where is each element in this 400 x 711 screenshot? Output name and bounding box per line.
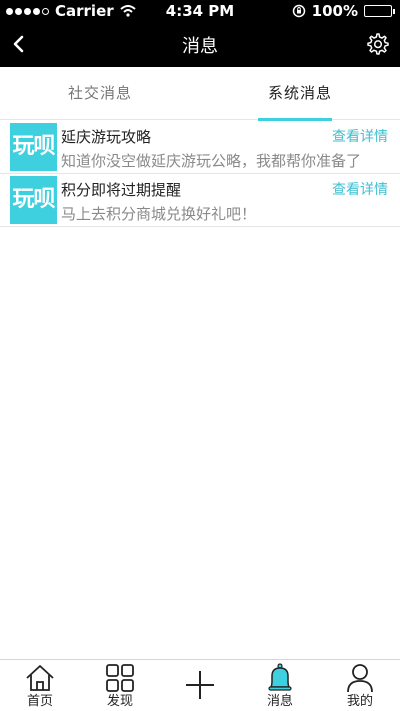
battery-icon	[364, 5, 395, 17]
message-list: 玩呗 延庆游玩攻略 知道你没空做延庆游玩公略，我都帮你准备了 查看详情 玩呗 积…	[0, 121, 400, 227]
app-logo-icon: 玩呗	[10, 176, 57, 224]
tabbar-item-profile[interactable]: 我的	[320, 660, 400, 711]
list-item[interactable]: 玩呗 延庆游玩攻略 知道你没空做延庆游玩公略，我都帮你准备了 查看详情	[0, 121, 400, 174]
gear-icon[interactable]	[364, 31, 390, 57]
user-icon	[347, 664, 373, 693]
message-tabs: 社交消息 系统消息	[0, 67, 400, 121]
tab-system-messages[interactable]: 系统消息	[200, 67, 400, 121]
orientation-lock-icon	[292, 4, 305, 18]
tabbar-label: 我的	[346, 694, 373, 709]
bell-icon	[268, 663, 292, 691]
tabbar-label: 消息	[266, 694, 293, 709]
list-item[interactable]: 玩呗 积分即将过期提醒 马上去积分商城兑换好礼吧！ 查看详情	[0, 174, 400, 227]
grid-icon	[106, 664, 134, 692]
home-icon	[26, 665, 54, 691]
tabbar-item-home[interactable]: 首页	[0, 660, 80, 711]
status-bar: Carrier 4:34 PM 100%	[0, 0, 400, 22]
nav-bar: 消息	[0, 22, 400, 67]
tabbar-label: 首页	[26, 694, 53, 709]
tabbar-label: 发现	[106, 694, 133, 709]
page-title: 消息	[182, 36, 218, 57]
tabbar-item-messages[interactable]: 消息	[240, 660, 320, 711]
tabbar-item-add[interactable]	[160, 660, 240, 711]
status-right: 100%	[292, 2, 395, 20]
header: Carrier 4:34 PM 100% 消息	[0, 0, 400, 67]
view-details-link[interactable]: 查看详情	[332, 179, 388, 199]
app-logo-icon: 玩呗	[10, 123, 57, 171]
message-body: 知道你没空做延庆游玩公略，我都帮你准备了	[61, 152, 362, 170]
tabbar-item-discover[interactable]: 发现	[80, 660, 160, 711]
plus-icon	[186, 671, 214, 699]
bottom-tab-bar: 首页 发现 消息 我的	[0, 659, 400, 711]
tab-social-messages[interactable]: 社交消息	[0, 67, 200, 120]
message-title: 延庆游玩攻略	[61, 128, 152, 146]
battery-label: 100%	[311, 2, 358, 20]
view-details-link[interactable]: 查看详情	[332, 126, 388, 146]
message-body: 马上去积分商城兑换好礼吧！	[61, 205, 257, 223]
message-title: 积分即将过期提醒	[61, 181, 182, 199]
